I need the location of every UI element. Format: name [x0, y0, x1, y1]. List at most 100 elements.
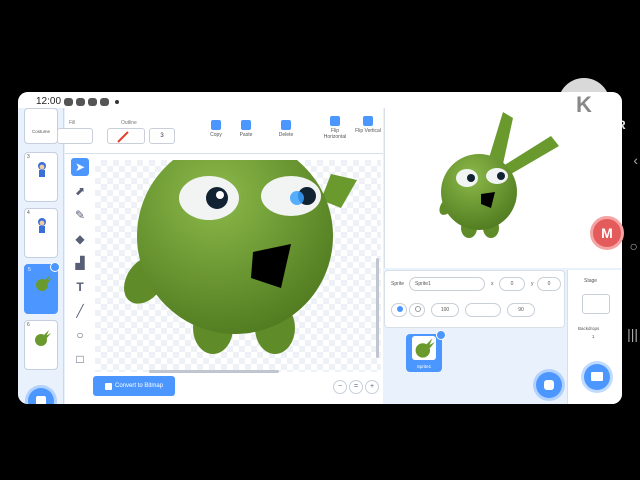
- costume-item[interactable]: 6: [24, 320, 58, 370]
- copy-label: Copy: [210, 132, 222, 138]
- convert-to-bitmap-button[interactable]: Convert to Bitmap: [93, 376, 175, 396]
- eye-off-icon: [415, 306, 421, 312]
- flip-vertical-label: Flip Vertical: [355, 128, 381, 134]
- y-label: y: [531, 281, 534, 287]
- fill-color-picker[interactable]: [57, 128, 93, 144]
- creature-thumbnail-icon: [36, 275, 52, 291]
- device-screen: 12:00 Costume 3 4 5 6 Fill Outline 3 Cop…: [18, 92, 622, 404]
- outline-color-picker[interactable]: [107, 128, 145, 144]
- zoom-in-icon[interactable]: +: [365, 380, 379, 394]
- flip-vertical-button[interactable]: Flip Vertical: [355, 116, 381, 134]
- boy-thumbnail-icon: [38, 162, 46, 177]
- paste-icon: [241, 120, 251, 130]
- kinemaster-logo-icon: K: [558, 78, 610, 130]
- costume-item[interactable]: 3: [24, 152, 58, 202]
- stage-thumbnail: [582, 294, 610, 314]
- sprite-thumbnail: [412, 336, 436, 360]
- costume-number: 4: [27, 210, 30, 216]
- creature-thumbnail-icon: [35, 330, 51, 346]
- flip-horizontal-icon: [330, 116, 340, 126]
- chat-icon: [64, 97, 74, 106]
- x-label: x: [491, 281, 494, 287]
- costume-number: 3: [27, 154, 30, 160]
- costume-name: Costume: [31, 129, 50, 134]
- copy-button[interactable]: Copy: [205, 120, 227, 138]
- status-bar: 12:00: [18, 92, 622, 108]
- text-tool-icon[interactable]: T: [71, 278, 89, 296]
- delete-button[interactable]: Delete: [275, 120, 297, 138]
- delete-sprite-icon[interactable]: [436, 330, 446, 340]
- x-input[interactable]: 0: [499, 277, 525, 291]
- trash-icon: [281, 120, 291, 130]
- chat-icon: [76, 97, 86, 106]
- tool-palette: ➤ ⬈ ✎ ◆ ▟ T ╱ ○ □: [65, 154, 93, 366]
- fill-label: Fill: [69, 120, 76, 126]
- copy-icon: [211, 120, 221, 130]
- show-sprite-toggle[interactable]: [391, 303, 407, 317]
- creature-thumbnail-icon: [415, 338, 435, 358]
- costume-item[interactable]: 4: [24, 208, 58, 258]
- backdrops-count: 1: [592, 334, 595, 339]
- sprite-tile-name: Sprite1: [416, 364, 432, 369]
- status-time: 12:00: [36, 96, 62, 107]
- size-input[interactable]: 100: [431, 303, 459, 317]
- video-icon: [88, 97, 98, 106]
- sprite-list: Sprite1: [384, 330, 565, 404]
- boy-thumbnail-icon: [38, 218, 46, 233]
- costume-list: Costume 3 4 5 6: [18, 108, 64, 404]
- kinemaster-watermark: K KINEMASTER: [537, 78, 631, 132]
- rectangle-tool-icon[interactable]: □: [71, 350, 89, 368]
- convert-label: Convert to Bitmap: [114, 383, 164, 389]
- line-tool-icon[interactable]: ╱: [71, 302, 89, 320]
- direction-value[interactable]: 90: [507, 303, 535, 317]
- brush-tool-icon[interactable]: ✎: [71, 206, 89, 224]
- floating-m-badge[interactable]: M: [590, 216, 624, 250]
- sprite-name-input[interactable]: Sprite1: [409, 277, 485, 291]
- notification-dot-icon: [115, 99, 120, 104]
- sprite-name-label: Sprite: [391, 281, 405, 287]
- back-chevron-icon[interactable]: ‹: [633, 152, 638, 168]
- creature-costume-drawing: [124, 160, 357, 354]
- bitmap-icon: [104, 382, 112, 390]
- reshape-tool-icon[interactable]: ⬈: [71, 182, 89, 200]
- sprite-tile[interactable]: Sprite1: [406, 330, 446, 372]
- select-tool-icon[interactable]: ➤: [71, 158, 89, 176]
- delete-label: Delete: [278, 132, 294, 138]
- paint-canvas[interactable]: [95, 160, 381, 372]
- add-costume-button[interactable]: [28, 388, 54, 404]
- fill-tool-icon[interactable]: ▟: [71, 254, 89, 272]
- costume-number: 6: [27, 322, 30, 328]
- flip-horizontal-label: Flip Horizontal: [323, 128, 347, 140]
- flip-vertical-icon: [363, 116, 373, 126]
- recents-icon[interactable]: |||: [627, 326, 638, 342]
- costume-item[interactable]: Costume: [24, 108, 58, 144]
- stage-preview[interactable]: [384, 108, 622, 268]
- circle-tool-icon[interactable]: ○: [71, 326, 89, 344]
- zoom-out-icon[interactable]: −: [333, 380, 347, 394]
- add-backdrop-button[interactable]: [584, 364, 610, 390]
- costume-number: 5: [28, 267, 31, 273]
- home-circle-icon[interactable]: ○: [630, 238, 638, 254]
- sprite-info-panel: Sprite Sprite1 x 0 y 0 100 90: [384, 270, 565, 328]
- hide-sprite-toggle[interactable]: [409, 303, 425, 317]
- y-input[interactable]: 0: [537, 277, 561, 291]
- message-icon: [100, 97, 110, 106]
- outline-width-input[interactable]: 3: [149, 128, 175, 144]
- flip-horizontal-button[interactable]: Flip Horizontal: [321, 116, 349, 140]
- backdrops-label: Backdrops: [578, 326, 600, 331]
- eraser-tool-icon[interactable]: ◆: [71, 230, 89, 248]
- paste-button[interactable]: Paste: [235, 120, 257, 138]
- editor-toolbar: Fill Outline 3 Copy Paste Delete Flip Ho…: [57, 108, 383, 154]
- stage-label: Stage: [584, 278, 598, 284]
- delete-costume-icon[interactable]: [50, 262, 60, 272]
- outline-swatch-icon: [117, 131, 129, 143]
- add-sprite-button[interactable]: [536, 372, 562, 398]
- costume-item-selected[interactable]: 5: [24, 262, 60, 314]
- canvas-horizontal-scrollbar[interactable]: [149, 370, 279, 373]
- stage-target-panel[interactable]: Stage Backdrops 1: [567, 270, 622, 404]
- paint-editor: Fill Outline 3 Copy Paste Delete Flip Ho…: [57, 108, 383, 404]
- zoom-reset-icon[interactable]: =: [349, 380, 363, 394]
- outline-label: Outline: [121, 120, 137, 126]
- canvas-vertical-scrollbar[interactable]: [376, 258, 379, 358]
- direction-input[interactable]: [465, 303, 501, 317]
